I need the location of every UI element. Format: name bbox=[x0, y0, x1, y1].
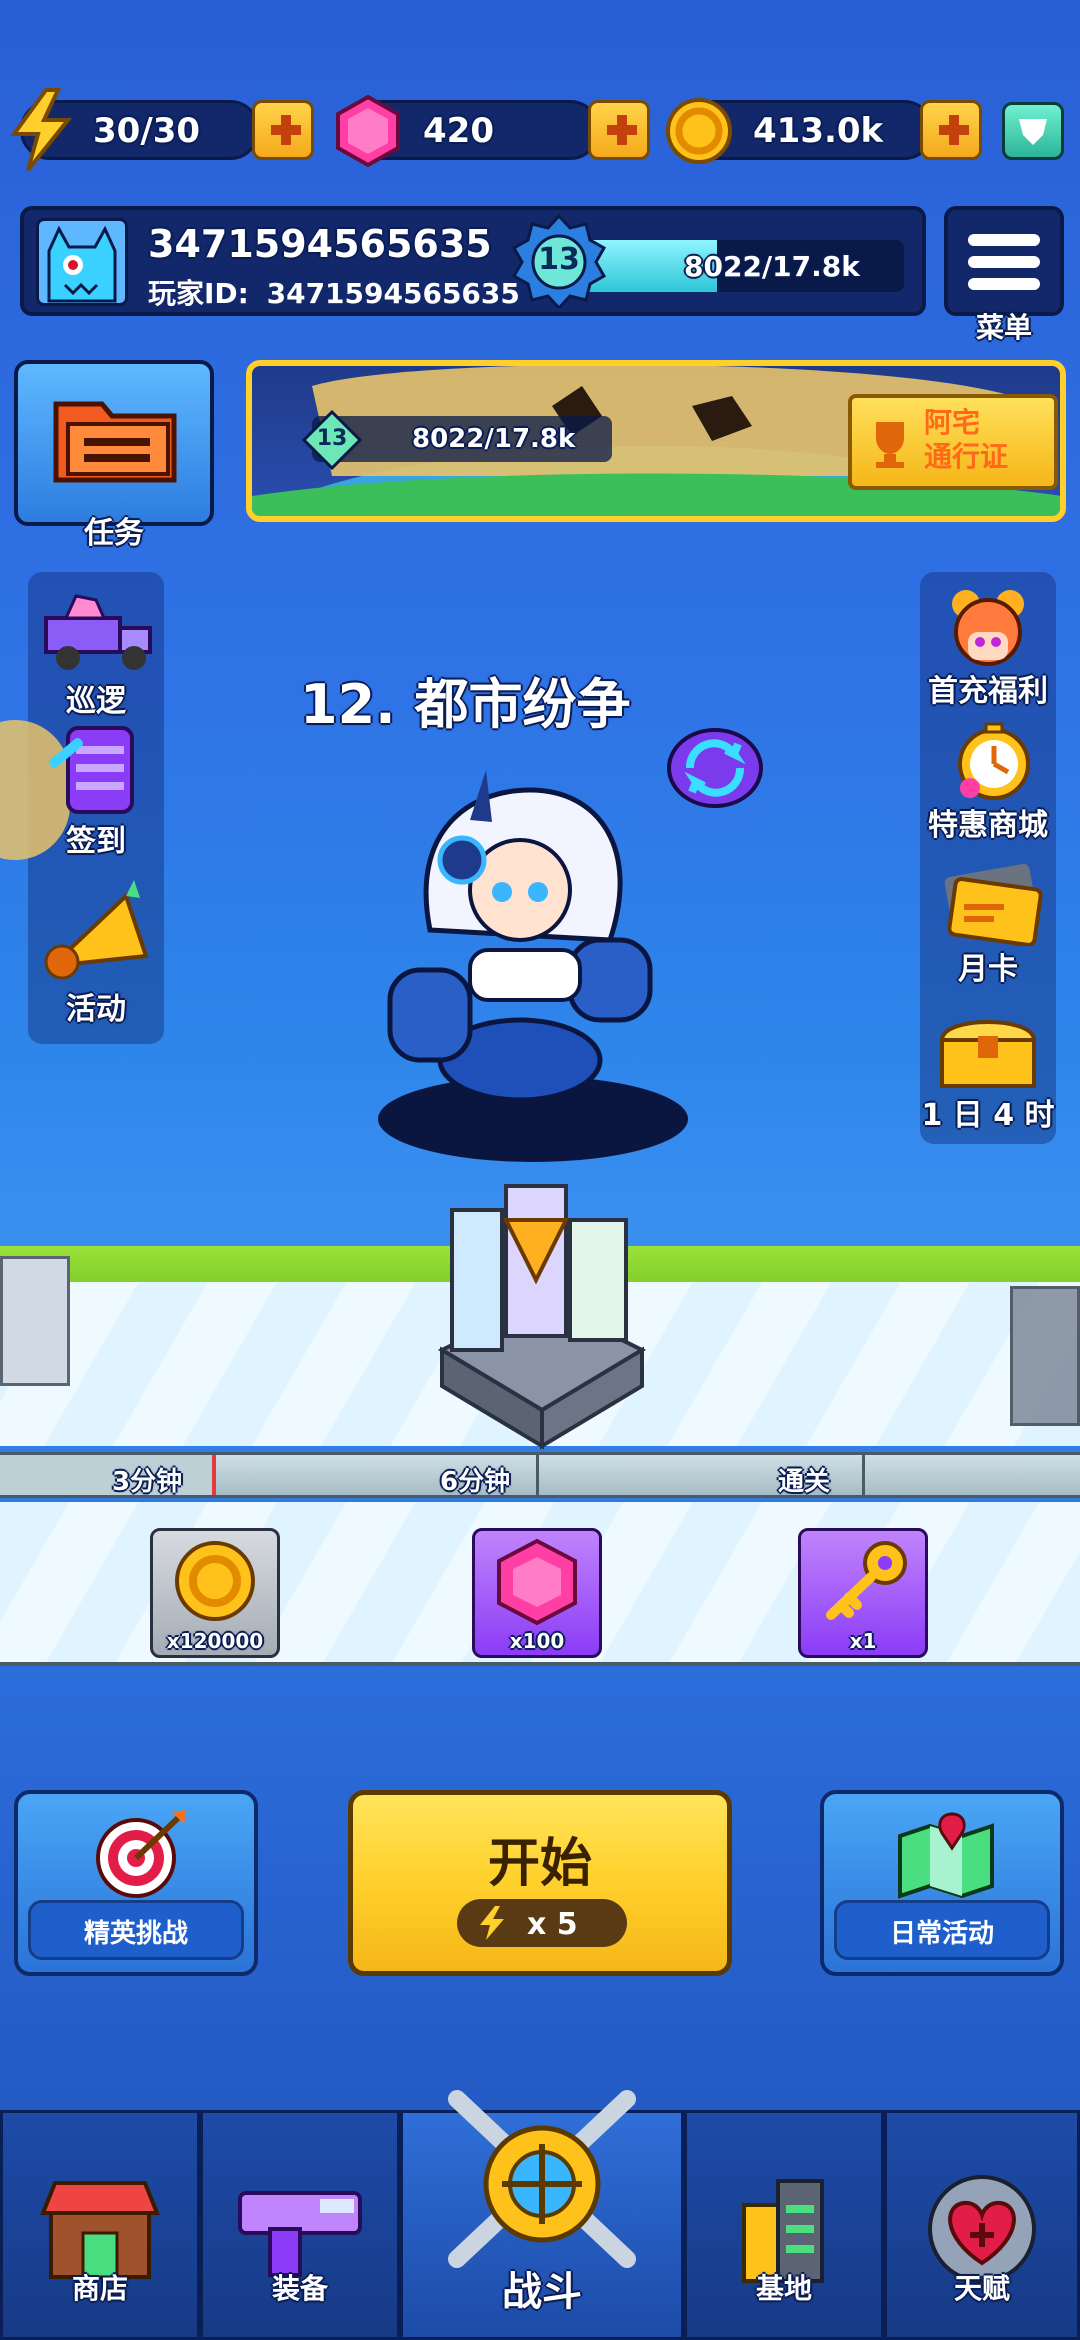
coin-value: 413.0k bbox=[753, 111, 884, 151]
menu-button[interactable] bbox=[944, 206, 1064, 316]
pass-level-number: 13 bbox=[316, 426, 348, 451]
level-number: 13 bbox=[538, 242, 580, 277]
patrol-label: 巡逻 bbox=[66, 684, 126, 719]
first-recharge-button[interactable]: 首充福利 bbox=[908, 588, 1068, 710]
milestone-divider-1 bbox=[536, 1455, 539, 1495]
milestone-6min: 6分钟 bbox=[440, 1467, 511, 1497]
nav-shop[interactable]: 商店 bbox=[0, 2110, 200, 2340]
daily-activity-button[interactable]: 日常活动 bbox=[820, 1790, 1064, 1976]
events-label: 活动 bbox=[66, 992, 126, 1027]
menu-label: 菜单 bbox=[975, 311, 1032, 344]
elite-challenge-label: 精英挑战 bbox=[83, 1919, 188, 1949]
nav-talent[interactable]: 天赋 bbox=[884, 2110, 1080, 2340]
monthly-card-button[interactable]: 月卡 bbox=[908, 860, 1068, 988]
nav-talent-label: 天赋 bbox=[953, 2272, 1010, 2305]
start-button[interactable]: 开始 x 5 bbox=[348, 1790, 732, 1976]
energy-add-button[interactable] bbox=[252, 100, 314, 160]
shop-icon bbox=[40, 2181, 160, 2279]
city-stage-icon[interactable] bbox=[432, 1180, 652, 1450]
card-icon bbox=[944, 863, 1043, 947]
folder-icon bbox=[53, 401, 177, 483]
profile-panel[interactable]: 3471594565635 玩家ID: 3471594565635 8022/1… bbox=[20, 206, 926, 316]
milestone-bar: 3分钟 6分钟 通关 bbox=[0, 1452, 1080, 1498]
nav-base[interactable]: 基地 bbox=[684, 2110, 884, 2340]
checkin-button[interactable]: 签到 bbox=[16, 718, 176, 860]
gem-icon bbox=[497, 1538, 577, 1626]
patrol-button[interactable]: 巡逻 bbox=[16, 588, 176, 720]
reward-coins[interactable]: x120000 bbox=[150, 1528, 280, 1658]
pass-button-label: 阿宅 通行证 bbox=[924, 406, 1009, 473]
lightning-icon bbox=[480, 1906, 504, 1940]
hamburger-icon bbox=[968, 234, 1040, 290]
reward-key[interactable]: x1 bbox=[798, 1528, 928, 1658]
reward-key-count: x1 bbox=[849, 1629, 877, 1653]
nav-shop-label: 商店 bbox=[71, 2272, 128, 2305]
coin-icon bbox=[175, 1541, 255, 1621]
special-shop-button[interactable]: 特惠商城 bbox=[908, 722, 1068, 844]
player-id-row: 玩家ID: 3471594565635 bbox=[148, 272, 520, 312]
avatar[interactable] bbox=[36, 218, 128, 306]
chest-icon bbox=[939, 1020, 1037, 1088]
next-stage-block[interactable] bbox=[1010, 1286, 1080, 1426]
map-icon bbox=[898, 1812, 994, 1899]
pass-xp-text: 8022/17.8k bbox=[412, 424, 576, 454]
tasks-button[interactable] bbox=[14, 360, 214, 526]
chest-timer-label: 1 日 4 时 bbox=[921, 1098, 1055, 1133]
shield-icon bbox=[1019, 119, 1047, 145]
nav-base-label: 基地 bbox=[755, 2272, 812, 2305]
nav-equipment-label: 装备 bbox=[271, 2272, 328, 2305]
events-button[interactable]: 活动 bbox=[16, 876, 176, 1028]
horn-icon bbox=[44, 880, 149, 980]
checkin-label: 签到 bbox=[66, 824, 126, 859]
target-icon bbox=[96, 1810, 186, 1898]
level-badge: 13 bbox=[511, 213, 607, 311]
tasks-label: 任务 bbox=[84, 516, 144, 551]
prev-stage-block[interactable] bbox=[0, 1256, 70, 1386]
nav-battle[interactable]: 战斗 bbox=[400, 2090, 684, 2340]
truck-icon bbox=[44, 594, 152, 670]
milestone-divider-2 bbox=[862, 1455, 865, 1495]
pass-banner[interactable]: 8022/17.8k 13 阿宅 通行证 bbox=[246, 360, 1066, 522]
nav-battle-label: 战斗 bbox=[502, 2269, 582, 2315]
milestone-clear: 通关 bbox=[778, 1467, 831, 1497]
player-name: 3471594565635 bbox=[148, 222, 492, 266]
coin-add-button[interactable] bbox=[920, 100, 982, 160]
reward-coins-count: x120000 bbox=[166, 1629, 264, 1653]
xp-bar: 8022/17.8k bbox=[564, 240, 904, 292]
pass-button[interactable]: 阿宅 通行证 bbox=[848, 394, 1058, 490]
shield-button[interactable] bbox=[1002, 102, 1064, 160]
reward-gems[interactable]: x100 bbox=[472, 1528, 602, 1658]
trophy-icon bbox=[876, 422, 904, 468]
first-recharge-label: 首充福利 bbox=[928, 674, 1048, 709]
start-cost: x 5 bbox=[527, 1907, 578, 1942]
resource-bar: 30/30 420 413.0k bbox=[0, 0, 1080, 180]
monster-avatar-icon bbox=[47, 225, 117, 303]
reward-gems-count: x100 bbox=[509, 1629, 565, 1653]
milestone-3min: 3分钟 bbox=[112, 1467, 183, 1497]
nav-equipment[interactable]: 装备 bbox=[200, 2110, 400, 2340]
xp-text: 8022/17.8k bbox=[684, 250, 860, 283]
milestone-progress bbox=[0, 1455, 216, 1495]
pass-level-diamond: 13 bbox=[301, 409, 363, 471]
gem-icon bbox=[336, 94, 400, 168]
elite-challenge-button[interactable]: 精英挑战 bbox=[14, 1790, 258, 1976]
monthly-card-label: 月卡 bbox=[958, 952, 1018, 987]
girl-avatar-icon bbox=[952, 590, 1024, 666]
start-label: 开始 bbox=[487, 1834, 592, 1894]
key-icon bbox=[826, 1541, 907, 1620]
energy-value: 30/30 bbox=[93, 111, 201, 151]
stopwatch-icon bbox=[958, 722, 1030, 800]
gem-add-button[interactable] bbox=[588, 100, 650, 160]
gem-value: 420 bbox=[423, 111, 494, 151]
chest-timer-button[interactable]: 1 日 4 时 bbox=[908, 1006, 1068, 1134]
special-shop-label: 特惠商城 bbox=[928, 808, 1048, 843]
daily-activity-label: 日常活动 bbox=[889, 1919, 994, 1949]
hero-character[interactable] bbox=[370, 770, 690, 1120]
player-id-value: 3471594565635 bbox=[266, 277, 520, 310]
player-id-label: 玩家ID: bbox=[148, 277, 249, 310]
checkin-icon bbox=[49, 726, 134, 814]
lightning-icon bbox=[10, 88, 73, 172]
coin-icon bbox=[666, 98, 732, 164]
start-cost-pill: x 5 bbox=[457, 1899, 627, 1947]
